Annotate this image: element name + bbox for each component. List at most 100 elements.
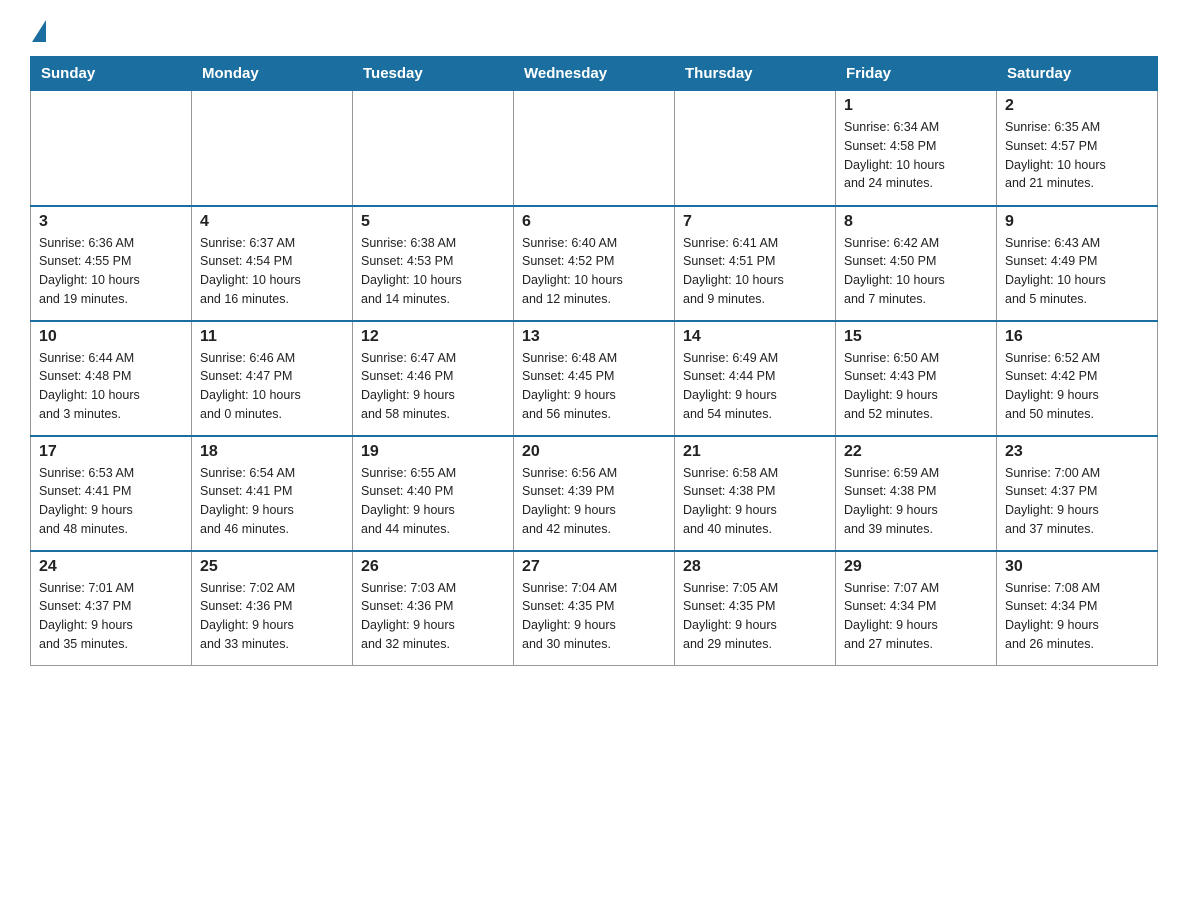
calendar-cell: 29Sunrise: 7:07 AM Sunset: 4:34 PM Dayli… bbox=[836, 551, 997, 666]
calendar-cell: 10 Sunrise: 6:44 AM Sunset: 4:48 PM Dayli… bbox=[31, 321, 192, 436]
calendar-cell: 16 Sunrise: 6:52 AM Sunset: 4:42 PM Dayli… bbox=[997, 321, 1158, 436]
calendar-cell: 14 Sunrise: 6:49 AM Sunset: 4:44 PM Dayli… bbox=[675, 321, 836, 436]
day-number: 20 bbox=[522, 443, 666, 461]
calendar-cell: 15 Sunrise: 6:50 AM Sunset: 4:43 PM Dayli… bbox=[836, 321, 997, 436]
calendar-cell: 21 Sunrise: 6:58 AM Sunset: 4:38 PM Dayli… bbox=[675, 436, 836, 551]
day-info: Sunrise: 6:37 AM Sunset: 4:54 PM Dayligh… bbox=[200, 234, 344, 309]
day-number: 13 bbox=[522, 328, 666, 346]
calendar-cell: 22 Sunrise: 6:59 AM Sunset: 4:38 PM Dayli… bbox=[836, 436, 997, 551]
calendar-cell: 17 Sunrise: 6:53 AM Sunset: 4:41 PM Dayli… bbox=[31, 436, 192, 551]
day-info: Sunrise: 7:00 AM Sunset: 4:37 PM Dayligh… bbox=[1005, 464, 1149, 539]
calendar-cell bbox=[31, 91, 192, 206]
day-number: 14 bbox=[683, 328, 827, 346]
logo-triangle-icon bbox=[32, 20, 46, 42]
day-info: Sunrise: 6:48 AM Sunset: 4:45 PM Dayligh… bbox=[522, 349, 666, 424]
day-number: 15 bbox=[844, 328, 988, 346]
day-number: 10 bbox=[39, 328, 183, 346]
day-number: 3 bbox=[39, 213, 183, 231]
calendar-cell: 19 Sunrise: 6:55 AM Sunset: 4:40 PM Dayli… bbox=[353, 436, 514, 551]
day-info: Sunrise: 6:56 AM Sunset: 4:39 PM Dayligh… bbox=[522, 464, 666, 539]
calendar-cell: 28Sunrise: 7:05 AM Sunset: 4:35 PM Dayli… bbox=[675, 551, 836, 666]
calendar-cell: 20 Sunrise: 6:56 AM Sunset: 4:39 PM Dayli… bbox=[514, 436, 675, 551]
weekday-header-wednesday: Wednesday bbox=[514, 57, 675, 91]
day-info: Sunrise: 6:59 AM Sunset: 4:38 PM Dayligh… bbox=[844, 464, 988, 539]
calendar-cell: 2 Sunrise: 6:35 AM Sunset: 4:57 PM Daylig… bbox=[997, 91, 1158, 206]
day-number: 19 bbox=[361, 443, 505, 461]
calendar-cell: 24 Sunrise: 7:01 AM Sunset: 4:37 PM Dayli… bbox=[31, 551, 192, 666]
calendar-cell bbox=[514, 91, 675, 206]
calendar-cell: 25 Sunrise: 7:02 AM Sunset: 4:36 PM Dayli… bbox=[192, 551, 353, 666]
calendar-cell: 8 Sunrise: 6:42 AM Sunset: 4:50 PM Daylig… bbox=[836, 206, 997, 321]
day-number: 23 bbox=[1005, 443, 1149, 461]
day-number: 26 bbox=[361, 558, 505, 576]
day-number: 9 bbox=[1005, 213, 1149, 231]
calendar-cell: 4 Sunrise: 6:37 AM Sunset: 4:54 PM Daylig… bbox=[192, 206, 353, 321]
day-info: Sunrise: 6:42 AM Sunset: 4:50 PM Dayligh… bbox=[844, 234, 988, 309]
weekday-header-saturday: Saturday bbox=[997, 57, 1158, 91]
calendar-cell: 30 Sunrise: 7:08 AM Sunset: 4:34 PM Dayli… bbox=[997, 551, 1158, 666]
day-number: 1 bbox=[844, 97, 988, 115]
day-info: Sunrise: 6:35 AM Sunset: 4:57 PM Dayligh… bbox=[1005, 118, 1149, 193]
day-info: Sunrise: 6:58 AM Sunset: 4:38 PM Dayligh… bbox=[683, 464, 827, 539]
week-row-5: 24 Sunrise: 7:01 AM Sunset: 4:37 PM Dayli… bbox=[31, 551, 1158, 666]
day-info: Sunrise: 6:55 AM Sunset: 4:40 PM Dayligh… bbox=[361, 464, 505, 539]
day-info: Sunrise: 6:54 AM Sunset: 4:41 PM Dayligh… bbox=[200, 464, 344, 539]
day-info: Sunrise: 7:08 AM Sunset: 4:34 PM Dayligh… bbox=[1005, 579, 1149, 654]
calendar-cell: 11 Sunrise: 6:46 AM Sunset: 4:47 PM Dayli… bbox=[192, 321, 353, 436]
day-info: Sunrise: 6:34 AM Sunset: 4:58 PM Dayligh… bbox=[844, 118, 988, 193]
day-info: Sunrise: 6:38 AM Sunset: 4:53 PM Dayligh… bbox=[361, 234, 505, 309]
day-number: 6 bbox=[522, 213, 666, 231]
day-info: Sunrise: 6:36 AM Sunset: 4:55 PM Dayligh… bbox=[39, 234, 183, 309]
day-info: Sunrise: 6:43 AM Sunset: 4:49 PM Dayligh… bbox=[1005, 234, 1149, 309]
day-info: Sunrise: 7:04 AM Sunset: 4:35 PM Dayligh… bbox=[522, 579, 666, 654]
day-number: 21 bbox=[683, 443, 827, 461]
calendar-cell bbox=[192, 91, 353, 206]
weekday-header-row: SundayMondayTuesdayWednesdayThursdayFrid… bbox=[31, 57, 1158, 91]
day-info: Sunrise: 6:50 AM Sunset: 4:43 PM Dayligh… bbox=[844, 349, 988, 424]
day-info: Sunrise: 6:46 AM Sunset: 4:47 PM Dayligh… bbox=[200, 349, 344, 424]
day-number: 22 bbox=[844, 443, 988, 461]
day-info: Sunrise: 6:41 AM Sunset: 4:51 PM Dayligh… bbox=[683, 234, 827, 309]
day-number: 8 bbox=[844, 213, 988, 231]
logo bbox=[30, 20, 46, 38]
day-info: Sunrise: 7:01 AM Sunset: 4:37 PM Dayligh… bbox=[39, 579, 183, 654]
calendar-cell: 9 Sunrise: 6:43 AM Sunset: 4:49 PM Daylig… bbox=[997, 206, 1158, 321]
day-number: 29 bbox=[844, 558, 988, 576]
day-number: 11 bbox=[200, 328, 344, 346]
day-number: 18 bbox=[200, 443, 344, 461]
day-number: 7 bbox=[683, 213, 827, 231]
day-number: 27 bbox=[522, 558, 666, 576]
day-number: 5 bbox=[361, 213, 505, 231]
calendar-cell: 26 Sunrise: 7:03 AM Sunset: 4:36 PM Dayli… bbox=[353, 551, 514, 666]
day-number: 4 bbox=[200, 213, 344, 231]
day-info: Sunrise: 6:44 AM Sunset: 4:48 PM Dayligh… bbox=[39, 349, 183, 424]
calendar-cell bbox=[353, 91, 514, 206]
day-info: Sunrise: 6:40 AM Sunset: 4:52 PM Dayligh… bbox=[522, 234, 666, 309]
day-number: 28 bbox=[683, 558, 827, 576]
day-info: Sunrise: 6:49 AM Sunset: 4:44 PM Dayligh… bbox=[683, 349, 827, 424]
day-number: 12 bbox=[361, 328, 505, 346]
calendar-cell: 7 Sunrise: 6:41 AM Sunset: 4:51 PM Daylig… bbox=[675, 206, 836, 321]
day-number: 24 bbox=[39, 558, 183, 576]
calendar-cell: 13 Sunrise: 6:48 AM Sunset: 4:45 PM Dayli… bbox=[514, 321, 675, 436]
day-info: Sunrise: 6:53 AM Sunset: 4:41 PM Dayligh… bbox=[39, 464, 183, 539]
calendar-cell: 18 Sunrise: 6:54 AM Sunset: 4:41 PM Dayli… bbox=[192, 436, 353, 551]
day-number: 25 bbox=[200, 558, 344, 576]
weekday-header-sunday: Sunday bbox=[31, 57, 192, 91]
weekday-header-tuesday: Tuesday bbox=[353, 57, 514, 91]
day-number: 30 bbox=[1005, 558, 1149, 576]
day-info: Sunrise: 7:03 AM Sunset: 4:36 PM Dayligh… bbox=[361, 579, 505, 654]
weekday-header-friday: Friday bbox=[836, 57, 997, 91]
day-info: Sunrise: 6:47 AM Sunset: 4:46 PM Dayligh… bbox=[361, 349, 505, 424]
day-number: 16 bbox=[1005, 328, 1149, 346]
day-number: 17 bbox=[39, 443, 183, 461]
calendar-cell: 27 Sunrise: 7:04 AM Sunset: 4:35 PM Dayli… bbox=[514, 551, 675, 666]
calendar-cell: 23 Sunrise: 7:00 AM Sunset: 4:37 PM Dayli… bbox=[997, 436, 1158, 551]
day-info: Sunrise: 7:02 AM Sunset: 4:36 PM Dayligh… bbox=[200, 579, 344, 654]
day-info: Sunrise: 6:52 AM Sunset: 4:42 PM Dayligh… bbox=[1005, 349, 1149, 424]
day-number: 2 bbox=[1005, 97, 1149, 115]
calendar-cell: 1 Sunrise: 6:34 AM Sunset: 4:58 PM Daylig… bbox=[836, 91, 997, 206]
weekday-header-thursday: Thursday bbox=[675, 57, 836, 91]
calendar-cell bbox=[675, 91, 836, 206]
week-row-2: 3 Sunrise: 6:36 AM Sunset: 4:55 PM Daylig… bbox=[31, 206, 1158, 321]
